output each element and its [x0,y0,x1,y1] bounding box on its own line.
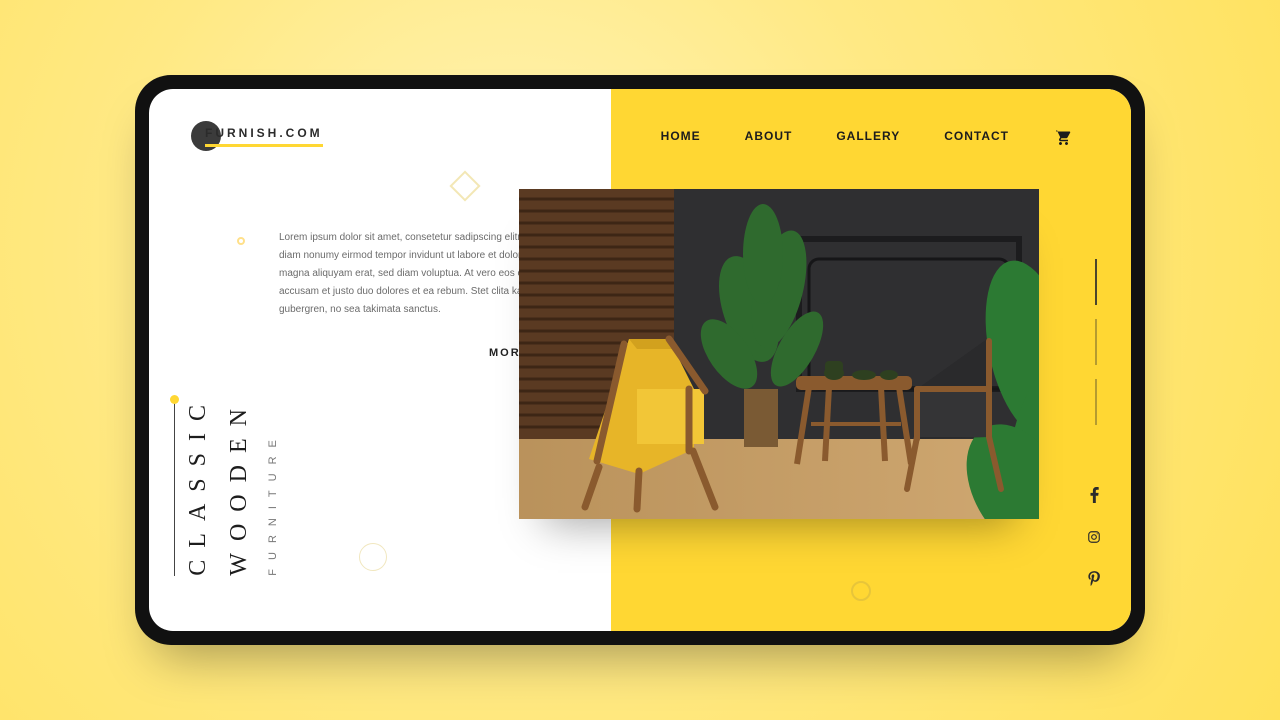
facebook-icon [1090,487,1099,503]
hero-heading: CLASSIC WOODEN FURNITURE [174,393,279,576]
social-links [1087,487,1101,591]
hero-image [519,189,1039,519]
brand-logo[interactable]: FURNISH.COM [191,121,323,151]
facebook-link[interactable] [1090,487,1099,508]
nav-about[interactable]: ABOUT [745,129,793,143]
cart-icon [1053,127,1071,145]
heading-rule [174,396,175,576]
heading-line-2: WOODEN [226,393,253,576]
decor-ring [851,581,871,601]
indicator-2[interactable] [1095,319,1097,365]
indicator-1[interactable] [1095,259,1097,305]
decor-ring [237,237,245,245]
cart-button[interactable] [1053,127,1071,145]
brand-name: FURNISH.COM [205,126,323,147]
pinterest-icon [1088,571,1100,586]
instagram-icon [1087,530,1101,544]
device-frame: FURNISH.COM HOME ABOUT GALLERY CONTACT L… [135,75,1145,645]
hero-body: Lorem ipsum dolor sit amet, consetetur s… [279,229,559,319]
nav-contact[interactable]: CONTACT [944,129,1009,143]
pinterest-link[interactable] [1088,571,1100,591]
nav-gallery[interactable]: GALLERY [836,129,900,143]
nav-home[interactable]: HOME [661,129,701,143]
primary-nav: HOME ABOUT GALLERY CONTACT [661,127,1071,145]
slide-indicators [1095,259,1097,425]
heading-line-1: CLASSIC [185,393,212,576]
instagram-link[interactable] [1087,530,1101,549]
decor-diamond [449,170,480,201]
heading-sub: FURNITURE [267,393,279,576]
indicator-3[interactable] [1095,379,1097,425]
decor-ring [359,543,387,571]
page: FURNISH.COM HOME ABOUT GALLERY CONTACT L… [149,89,1131,631]
